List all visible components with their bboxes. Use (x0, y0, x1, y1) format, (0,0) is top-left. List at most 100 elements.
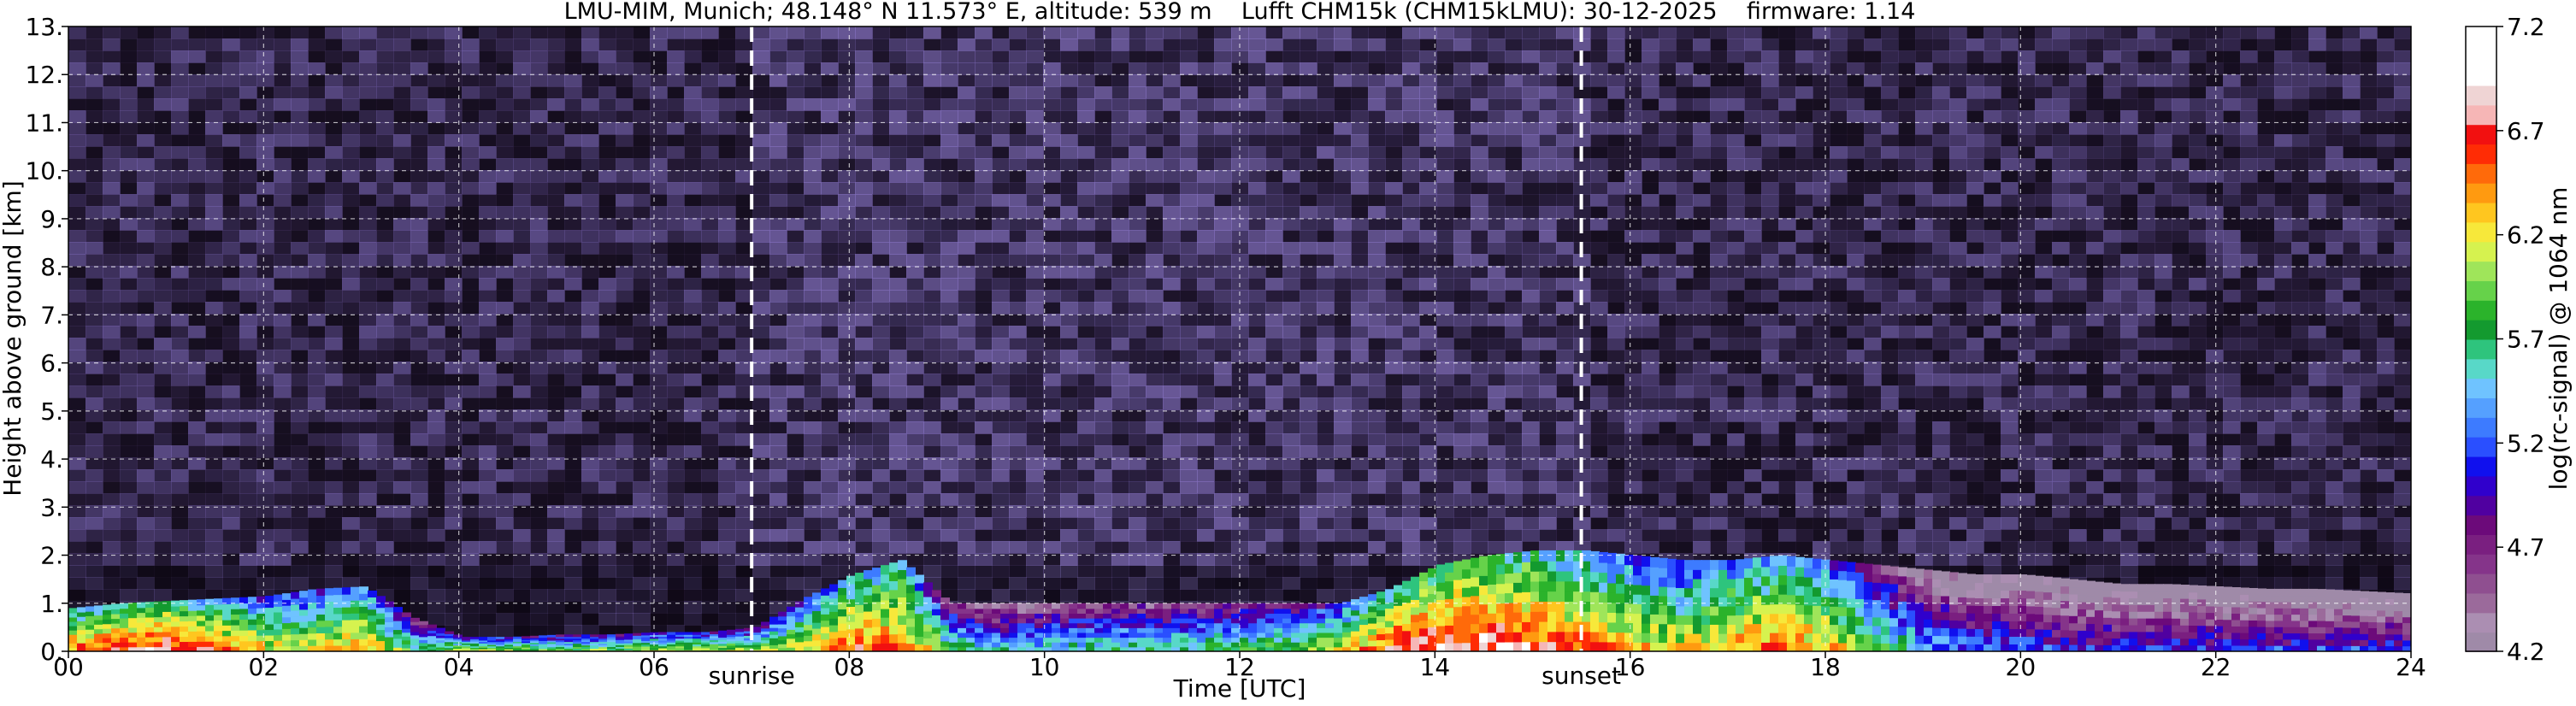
noise-cell (769, 529, 787, 542)
noise-cell (684, 230, 702, 243)
noise-cell (85, 302, 103, 315)
noise-cell (1556, 74, 1574, 87)
noise-cell (120, 98, 138, 111)
noise-cell (1163, 98, 1181, 111)
noise-cell (855, 374, 873, 386)
noise-cell (992, 362, 1010, 374)
noise-cell (1163, 158, 1181, 171)
noise-cell (85, 421, 103, 434)
noise-cell (889, 86, 907, 99)
noise-cell (1539, 206, 1557, 219)
noise-cell (1248, 50, 1266, 63)
noise-cell (1539, 50, 1557, 63)
noise-cell (530, 146, 548, 159)
noise-cell (1282, 481, 1300, 494)
noise-cell (1111, 98, 1129, 111)
noise-cell (1488, 98, 1506, 111)
noise-cell (650, 182, 668, 195)
noise-cell (1436, 421, 1454, 434)
noise-cell (1676, 110, 1694, 123)
noise-cell (616, 529, 634, 542)
noise-cell (923, 194, 941, 207)
noise-cell (1590, 469, 1608, 482)
noise-cell (752, 38, 770, 51)
noise-cell (787, 62, 805, 75)
noise-cell (975, 350, 993, 362)
noise-cell (205, 38, 223, 51)
noise-cell (154, 326, 172, 338)
noise-cell (359, 385, 377, 398)
noise-cell (838, 98, 856, 111)
noise-cell (1197, 589, 1215, 602)
noise-cell (359, 218, 377, 231)
noise-cell (821, 517, 839, 530)
noise-cell (222, 182, 240, 195)
noise-cell (1060, 326, 1078, 338)
noise-cell (1094, 362, 1112, 374)
noise-cell (650, 38, 668, 51)
noise-cell (940, 182, 958, 195)
noise-cell (1351, 158, 1369, 171)
noise-cell (1488, 469, 1506, 482)
noise-cell (838, 374, 856, 386)
noise-cell (769, 541, 787, 554)
noise-cell (1317, 529, 1335, 542)
noise-cell (1488, 146, 1506, 159)
noise-cell (274, 242, 292, 255)
noise-cell (376, 326, 394, 338)
noise-cell (701, 230, 719, 243)
noise-cell (752, 529, 770, 542)
noise-cell (958, 98, 976, 111)
noise-cell (804, 254, 822, 267)
noise-cell (547, 433, 565, 446)
noise-cell (1334, 362, 1352, 374)
noise-cell (855, 206, 873, 219)
noise-cell (1488, 362, 1506, 374)
noise-cell (581, 541, 599, 554)
noise-cell (821, 541, 839, 554)
noise-cell (1026, 278, 1044, 291)
noise-cell (171, 74, 189, 87)
noise-cell (992, 62, 1010, 75)
noise-cell (120, 290, 138, 303)
noise-cell (1180, 194, 1198, 207)
noise-cell (650, 517, 668, 530)
noise-cell (188, 158, 206, 171)
noise-cell (103, 170, 121, 183)
noise-cell (1077, 445, 1095, 458)
noise-cell (992, 110, 1010, 123)
noise-cell (650, 362, 668, 374)
noise-cell (1180, 170, 1198, 183)
noise-cell (701, 170, 719, 183)
noise-cell (1026, 302, 1044, 315)
noise-cell (992, 565, 1010, 578)
noise-cell (1248, 469, 1266, 482)
noise-cell (1522, 433, 1540, 446)
noise-cell (1282, 98, 1300, 111)
noise-cell (1488, 266, 1506, 279)
noise-cell (1009, 577, 1027, 590)
noise-cell (923, 362, 941, 374)
noise-cell (274, 338, 292, 350)
noise-cell (1180, 302, 1198, 315)
noise-cell (359, 110, 377, 123)
noise-cell (410, 254, 428, 267)
noise-cell (1471, 493, 1488, 506)
noise-cell (1368, 38, 1386, 51)
noise-cell (1317, 302, 1335, 315)
noise-cell (137, 206, 155, 219)
noise-cell (684, 122, 702, 135)
noise-cell (291, 397, 309, 410)
noise-cell (1351, 565, 1369, 578)
noise-cell (1026, 206, 1044, 219)
noise-cell (1607, 74, 1625, 87)
noise-cell (1402, 158, 1420, 171)
noise-cell (1248, 86, 1266, 99)
noise-cell (992, 182, 1010, 195)
noise-cell (342, 242, 360, 255)
noise-cell (256, 326, 274, 338)
noise-cell (1060, 110, 1078, 123)
noise-cell (256, 194, 274, 207)
noise-cell (222, 62, 240, 75)
noise-cell (205, 134, 223, 147)
